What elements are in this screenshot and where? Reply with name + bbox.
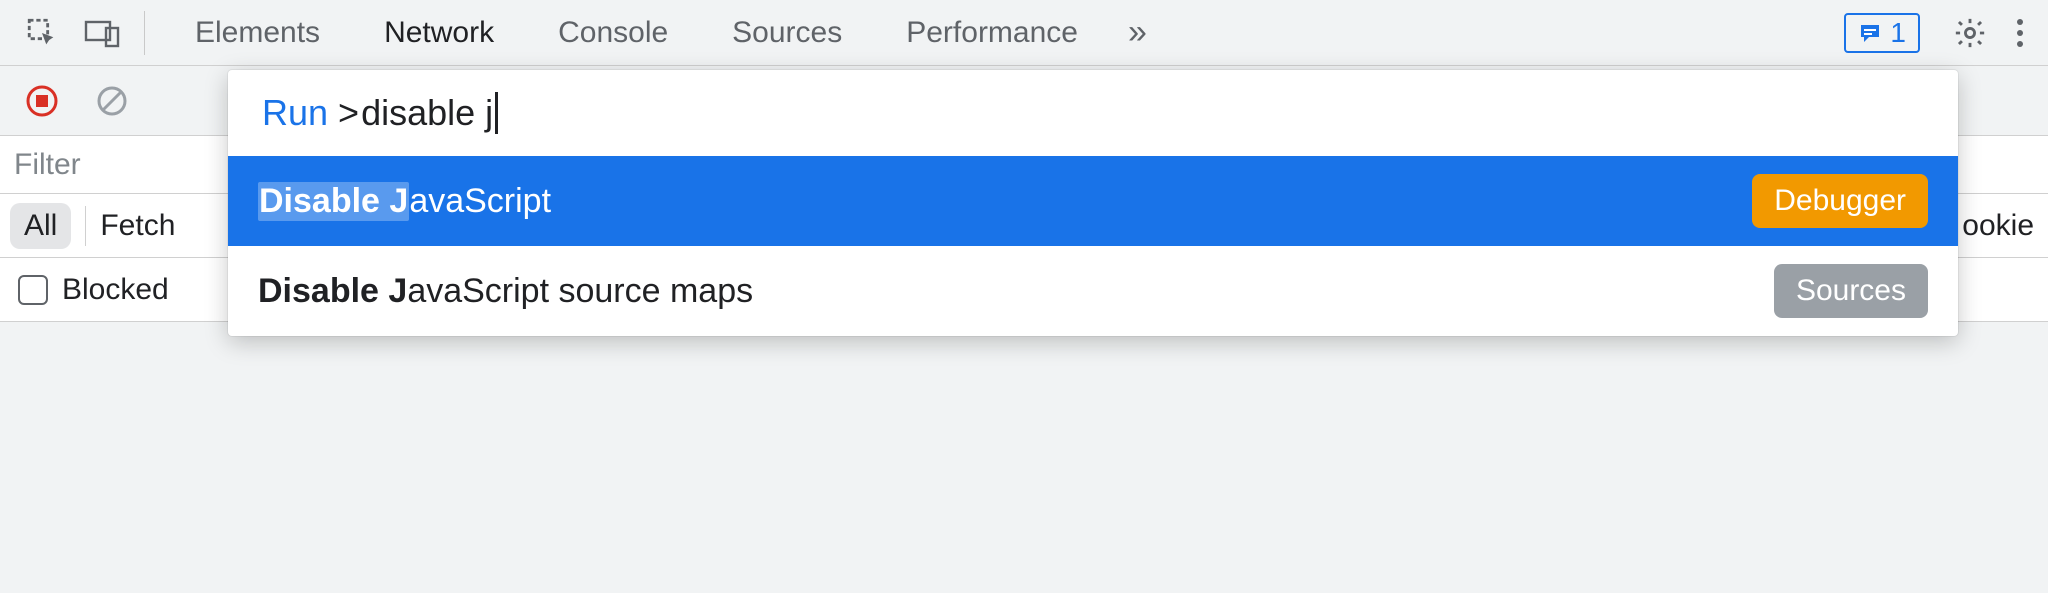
issues-count: 1 (1890, 17, 1906, 49)
divider (85, 206, 86, 246)
inspect-element-icon[interactable] (18, 9, 66, 57)
kebab-icon (2016, 18, 2024, 48)
tab-network[interactable]: Network (352, 0, 526, 65)
tab-performance[interactable]: Performance (874, 0, 1110, 65)
issues-button[interactable]: 1 (1844, 13, 1920, 53)
command-menu-input-row[interactable]: Run > disable j (228, 70, 1958, 156)
command-menu-item[interactable]: Disable JavaScript source maps Sources (228, 246, 1958, 336)
command-item-badge: Debugger (1752, 174, 1928, 228)
chat-icon (1858, 21, 1882, 45)
command-item-match: Disable J (258, 182, 409, 221)
device-toolbar-icon[interactable] (78, 9, 126, 57)
text-caret-icon (495, 92, 498, 134)
tab-console[interactable]: Console (526, 0, 700, 65)
devtools-tabstrip: Elements Network Console Sources Perform… (0, 0, 2048, 66)
command-menu: Run > disable j Disable JavaScript Debug… (228, 70, 1958, 336)
filter-chip-all[interactable]: All (10, 203, 71, 249)
filter-chip-cookie-partial[interactable]: ookie (1962, 209, 2038, 243)
settings-button[interactable] (1946, 9, 1994, 57)
filter-input[interactable]: Filter (14, 148, 81, 182)
command-menu-gt: > (338, 92, 359, 134)
command-item-rest: avaScript source maps (407, 272, 753, 311)
command-item-badge: Sources (1774, 264, 1928, 318)
record-button[interactable] (18, 77, 66, 125)
clear-button[interactable] (88, 77, 136, 125)
gear-icon (1953, 16, 1987, 50)
record-icon (25, 84, 59, 118)
divider (144, 11, 145, 55)
clear-icon (96, 85, 128, 117)
filter-chip-fetch[interactable]: Fetch (100, 209, 175, 243)
command-menu-prefix: Run (262, 92, 328, 134)
command-menu-item[interactable]: Disable JavaScript Debugger (228, 156, 1958, 246)
blocked-requests-checkbox[interactable] (18, 275, 48, 305)
tab-elements[interactable]: Elements (163, 0, 352, 65)
command-item-rest: avaScript (409, 182, 551, 221)
more-menu-button[interactable] (2006, 9, 2034, 57)
command-menu-input[interactable]: disable j (361, 92, 493, 134)
tab-sources[interactable]: Sources (700, 0, 874, 65)
tabs-overflow-icon[interactable]: » (1110, 13, 1165, 52)
command-item-match: Disable J (258, 272, 407, 311)
blocked-requests-label: Blocked (62, 273, 169, 307)
